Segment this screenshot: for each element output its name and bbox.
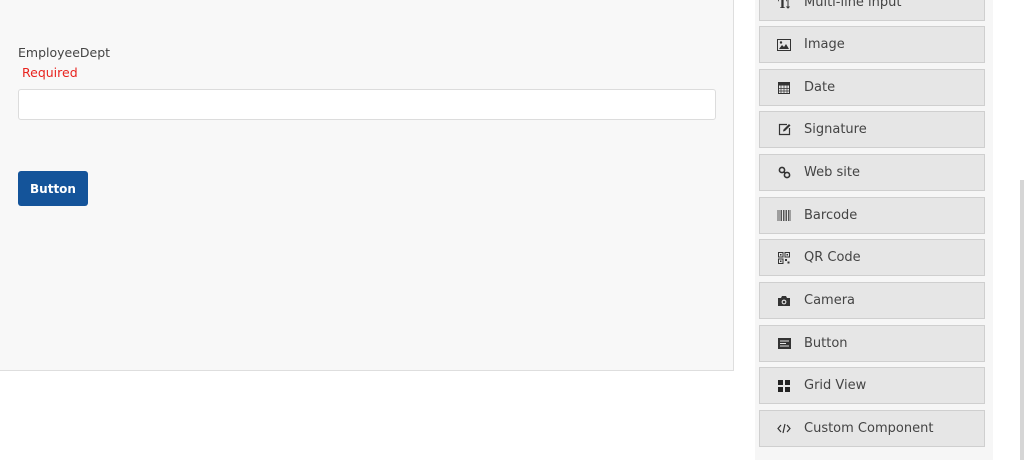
tool-label: Custom Component <box>804 421 934 436</box>
camera-icon <box>776 293 792 309</box>
tool-label: Multi-line input <box>804 0 902 10</box>
tool-custom-component[interactable]: Custom Component <box>759 410 985 447</box>
text-height-icon: T <box>776 0 792 11</box>
edit-icon <box>776 122 792 138</box>
tool-button[interactable]: Button <box>759 325 985 362</box>
tool-label: Button <box>804 336 848 351</box>
tool-label: Date <box>804 80 836 95</box>
required-indicator: Required <box>22 65 78 80</box>
tool-grid-view[interactable]: Grid View <box>759 367 985 404</box>
scrollbar[interactable] <box>1020 180 1024 460</box>
tool-signature[interactable]: Signature <box>759 111 985 148</box>
form-canvas: EmployeeDept Required Button <box>0 0 734 371</box>
tool-web-site[interactable]: Web site <box>759 154 985 191</box>
svg-text:T: T <box>778 0 787 10</box>
tool-camera[interactable]: Camera <box>759 282 985 319</box>
field-label: EmployeeDept <box>18 45 111 60</box>
code-icon <box>776 421 792 437</box>
tool-label: Image <box>804 37 845 52</box>
page: EmployeeDept Required Button T Multi-lin… <box>0 0 1024 460</box>
form-button[interactable]: Button <box>18 171 88 206</box>
tool-label: Signature <box>804 122 867 137</box>
grid-icon <box>776 378 792 394</box>
link-icon <box>776 165 792 181</box>
tool-barcode[interactable]: Barcode <box>759 197 985 234</box>
employee-dept-input[interactable] <box>18 89 716 120</box>
barcode-icon <box>776 208 792 224</box>
image-icon <box>776 37 792 53</box>
tool-qr-code[interactable]: QR Code <box>759 239 985 276</box>
tool-label: Grid View <box>804 378 867 393</box>
tool-label: Camera <box>804 293 856 308</box>
qrcode-icon <box>776 250 792 266</box>
tool-multi-line-input[interactable]: T Multi-line input <box>759 0 985 21</box>
button-icon <box>776 336 792 352</box>
tool-label: Web site <box>804 165 860 180</box>
tool-image[interactable]: Image <box>759 26 985 63</box>
toolbox: T Multi-line input Image Date Signature <box>755 0 993 460</box>
tool-label: Barcode <box>804 208 858 223</box>
tool-date[interactable]: Date <box>759 69 985 106</box>
calendar-icon <box>776 80 792 96</box>
tool-label: QR Code <box>804 250 861 265</box>
